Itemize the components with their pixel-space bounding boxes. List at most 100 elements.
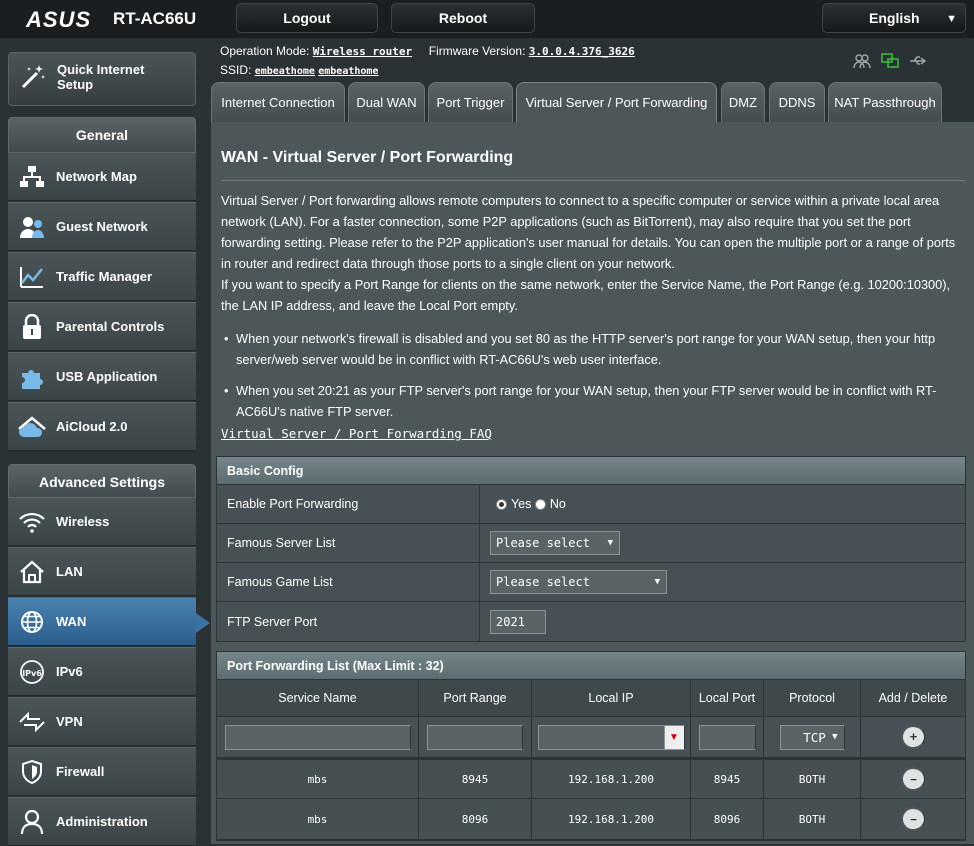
tab-dmz[interactable]: DMZ <box>721 82 765 122</box>
yes-label: Yes <box>511 497 532 511</box>
sidebar-item-lan[interactable]: LAN <box>8 547 196 596</box>
row-protocol: BOTH <box>764 760 861 798</box>
table-row: mbs 8945 192.168.1.200 8945 BOTH − <box>217 758 965 799</box>
notes-list: When your network's firewall is disabled… <box>221 328 967 432</box>
chevron-down-icon: ▼ <box>946 13 957 25</box>
usb-icon[interactable] <box>908 52 928 70</box>
top-header: ASUS RT-AC66U Logout Reboot English ▼ <box>0 0 974 38</box>
enable-label: Enable Port Forwarding <box>217 485 480 523</box>
tab-nat-passthrough[interactable]: NAT Passthrough <box>828 82 942 122</box>
row-port-range: 8945 <box>419 760 532 798</box>
sidebar-item-label: Administration <box>56 814 148 829</box>
asus-logo: ASUS <box>26 7 92 32</box>
router-model: RT-AC66U <box>113 9 197 28</box>
table-row: mbs 8096 192.168.1.200 8096 BOTH − <box>217 799 965 840</box>
sidebar-item-traffic-manager[interactable]: Traffic Manager <box>8 252 196 301</box>
protocol-select[interactable]: TCP ▼ <box>779 724 845 750</box>
sidebar-item-label: Parental Controls <box>56 319 165 334</box>
note-item: When your network's firewall is disabled… <box>221 328 967 370</box>
clients-icon[interactable] <box>852 52 872 70</box>
row-protocol: BOTH <box>764 799 861 839</box>
faq-link[interactable]: Virtual Server / Port Forwarding FAQ <box>221 426 492 441</box>
tab-dual-wan[interactable]: Dual WAN <box>348 82 425 122</box>
guest-network-icon <box>8 215 56 239</box>
operation-mode-label: Operation Mode: <box>220 44 310 58</box>
ssid-link-2[interactable]: embeathome <box>318 66 378 77</box>
logout-button[interactable]: Logout <box>236 3 378 33</box>
wireless-icon <box>8 511 56 533</box>
qis-label: Quick Internet Setup <box>57 62 145 92</box>
delete-rule-button[interactable]: − <box>901 767 925 791</box>
add-rule-button[interactable]: + <box>901 725 925 749</box>
tab-ddns[interactable]: DDNS <box>769 82 825 122</box>
sidebar-item-label: Firewall <box>56 764 105 779</box>
tab-virtual-server[interactable]: Virtual Server / Port Forwarding <box>516 82 717 122</box>
sidebar-item-firewall[interactable]: Firewall <box>8 747 196 796</box>
enable-no-radio[interactable] <box>534 498 546 510</box>
page-title: WAN - Virtual Server / Port Forwarding <box>221 149 514 166</box>
active-indicator <box>196 613 210 633</box>
delete-rule-button[interactable]: − <box>901 807 925 831</box>
ssid-link-1[interactable]: embeathome <box>255 66 315 77</box>
chevron-down-icon: ▼ <box>607 538 613 548</box>
sidebar-item-usb-application[interactable]: USB Application <box>8 352 196 401</box>
sidebar-item-parental-controls[interactable]: Parental Controls <box>8 302 196 351</box>
quick-internet-setup-button[interactable]: Quick Internet Setup <box>8 52 196 106</box>
reboot-button[interactable]: Reboot <box>391 3 535 33</box>
sidebar-item-wan[interactable]: WAN <box>8 597 196 646</box>
ip-dropdown-icon[interactable]: ▼ <box>663 725 684 749</box>
sidebar-item-label: LAN <box>56 564 83 579</box>
traffic-manager-icon <box>8 265 56 289</box>
tab-internet-connection[interactable]: Internet Connection <box>211 82 345 122</box>
firmware-link[interactable]: 3.0.0.4.376_3626 <box>529 45 635 58</box>
main-content: WAN - Virtual Server / Port Forwarding V… <box>211 122 974 844</box>
parental-controls-icon <box>8 313 56 340</box>
shield-icon <box>8 759 56 785</box>
internet-status-icon[interactable] <box>880 52 900 70</box>
description-paragraph-2: If you want to specify a Port Range for … <box>221 277 951 313</box>
port-forwarding-table: Port Forwarding List (Max Limit : 32) Se… <box>216 651 966 841</box>
sidebar-item-vpn[interactable]: VPN <box>8 697 196 746</box>
lan-icon <box>8 560 56 584</box>
network-map-icon <box>8 165 56 189</box>
local-ip-input[interactable]: ▼ <box>537 724 685 750</box>
administration-icon <box>8 809 56 835</box>
sidebar-item-guest-network[interactable]: Guest Network <box>8 202 196 251</box>
ssid-label: SSID: <box>220 63 252 77</box>
magic-wand-icon <box>19 63 47 98</box>
sidebar-item-label: Traffic Manager <box>56 269 153 284</box>
sidebar-item-label: AiCloud 2.0 <box>56 419 128 434</box>
famous-server-label: Famous Server List <box>217 524 480 562</box>
famous-server-select[interactable]: Please select ▼ <box>490 531 620 555</box>
col-port-range: Port Range <box>419 680 532 716</box>
famous-server-value: Please select <box>496 536 590 550</box>
col-service-name: Service Name <box>217 680 419 716</box>
language-select[interactable]: English ▼ <box>822 3 966 33</box>
service-name-input[interactable] <box>224 724 411 750</box>
row-local-ip: 192.168.1.200 <box>532 799 691 839</box>
famous-server-row: Famous Server List Please select ▼ <box>217 524 965 563</box>
sidebar-item-ipv6[interactable]: IPv6 IPv6 <box>8 647 196 696</box>
port-range-input[interactable] <box>427 724 523 750</box>
famous-game-select[interactable]: Please select ▼ <box>490 570 667 594</box>
sidebar-item-label: Wireless <box>56 514 110 529</box>
row-port-range: 8096 <box>419 799 532 839</box>
col-local-ip: Local IP <box>532 680 691 716</box>
description-paragraph-1: Virtual Server / Port forwarding allows … <box>221 193 956 271</box>
operation-mode-link[interactable]: Wireless router <box>313 45 412 58</box>
sidebar-item-aicloud[interactable]: AiCloud 2.0 <box>8 402 196 451</box>
sidebar-item-administration[interactable]: Administration <box>8 797 196 846</box>
local-port-input[interactable] <box>698 724 756 750</box>
ftp-port-input[interactable]: 2021 <box>490 609 546 634</box>
status-icons <box>852 52 928 70</box>
enable-port-forwarding-row: Enable Port Forwarding Yes No <box>217 485 965 524</box>
col-protocol: Protocol <box>764 680 861 716</box>
col-add-delete: Add / Delete <box>878 691 948 705</box>
sidebar-item-network-map[interactable]: Network Map <box>8 152 196 201</box>
tab-port-trigger[interactable]: Port Trigger <box>428 82 513 122</box>
sidebar-item-wireless[interactable]: Wireless <box>8 497 196 546</box>
famous-game-row: Famous Game List Please select ▼ <box>217 563 965 602</box>
aicloud-icon <box>8 415 56 439</box>
row-local-ip: 192.168.1.200 <box>532 760 691 798</box>
enable-yes-radio[interactable] <box>496 498 507 510</box>
